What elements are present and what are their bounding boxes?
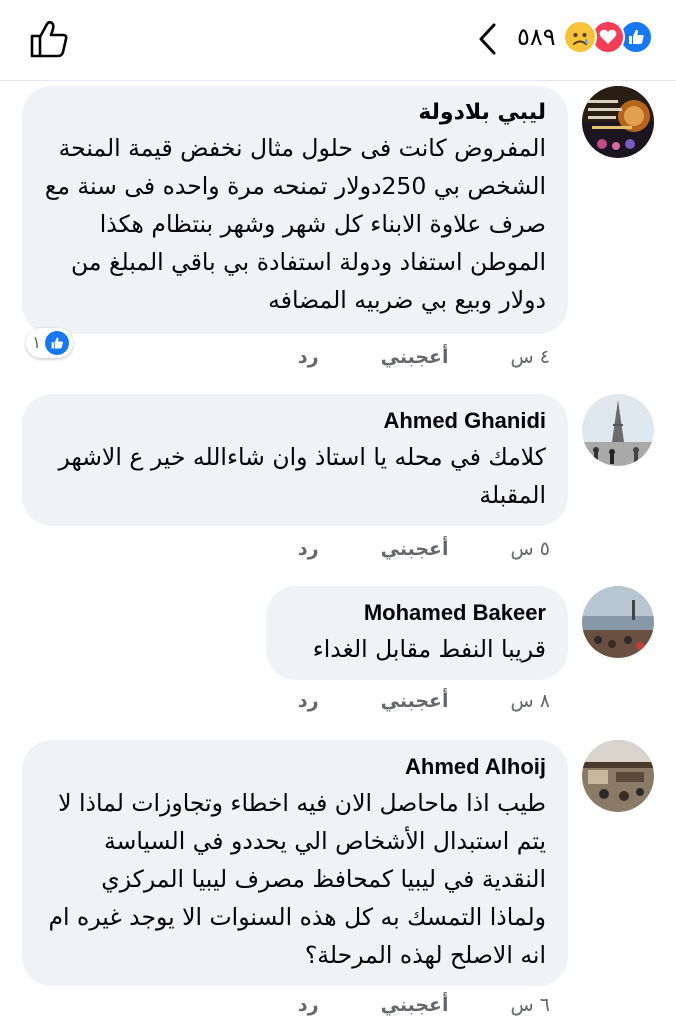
comment-bubble[interactable]: Mohamed Bakeer قريبا النفط مقابل الغداء bbox=[266, 586, 568, 680]
chevron-left-icon[interactable] bbox=[476, 22, 500, 56]
comment-like-count[interactable]: ١ bbox=[26, 328, 74, 358]
comment-text: المفروض كانت فى حلول مثال نخفض قيمة المن… bbox=[44, 134, 546, 314]
comment-actions: ٨ س أعجبني رد bbox=[298, 690, 550, 712]
comment-text: كلامك في محله يا استاذ وان شاءالله خير ع… bbox=[58, 443, 546, 509]
reply-button[interactable]: رد bbox=[298, 538, 319, 560]
reply-button[interactable]: رد bbox=[298, 346, 319, 368]
like-count-label: ١ bbox=[32, 333, 42, 353]
reaction-icons[interactable] bbox=[563, 20, 658, 54]
like-button[interactable]: أعجبني bbox=[381, 538, 449, 560]
like-button[interactable]: أعجبني bbox=[381, 690, 449, 712]
avatar[interactable] bbox=[582, 394, 654, 466]
avatar[interactable] bbox=[582, 586, 654, 658]
like-button[interactable]: أعجبني bbox=[381, 994, 449, 1016]
like-icon[interactable] bbox=[28, 18, 70, 60]
comment-time: ٤ س bbox=[510, 346, 550, 368]
reaction-count[interactable]: ٥٨٩ bbox=[517, 22, 556, 52]
avatar[interactable] bbox=[582, 86, 654, 158]
comment-time: ٨ س bbox=[510, 690, 550, 712]
comment-author[interactable]: ليبي بلادولة bbox=[44, 100, 546, 125]
comment-bubble[interactable]: Ahmed Alhoij طيب اذا ماحاصل الان فيه اخط… bbox=[22, 740, 568, 986]
comment-text: قريبا النفط مقابل الغداء bbox=[312, 635, 546, 663]
reactions-header: ٥٨٩ bbox=[0, 0, 676, 81]
comment-bubble[interactable]: ليبي بلادولة المفروض كانت فى حلول مثال ن… bbox=[22, 86, 568, 334]
avatar[interactable] bbox=[582, 740, 654, 812]
comment-time: ٦ س bbox=[510, 994, 550, 1016]
comment-actions: ٤ س أعجبني رد bbox=[298, 346, 550, 368]
like-icon bbox=[45, 331, 70, 355]
comment-author[interactable]: Mohamed Bakeer bbox=[288, 600, 546, 626]
comment-author[interactable]: Ahmed Ghanidi bbox=[44, 408, 546, 434]
comment-bubble[interactable]: Ahmed Ghanidi كلامك في محله يا استاذ وان… bbox=[22, 394, 568, 526]
reply-button[interactable]: رد bbox=[298, 690, 319, 712]
reply-button[interactable]: رد bbox=[298, 994, 319, 1016]
comment-author[interactable]: Ahmed Alhoij bbox=[44, 754, 546, 780]
sad-icon bbox=[563, 20, 597, 54]
comment-actions: ٥ س أعجبني رد bbox=[298, 538, 550, 560]
comment-actions: ٦ س أعجبني رد bbox=[298, 994, 550, 1016]
comment-time: ٥ س bbox=[510, 538, 550, 560]
like-button[interactable]: أعجبني bbox=[381, 346, 449, 368]
comment-text: طيب اذا ماحاصل الان فيه اخطاء وتجاوزات ل… bbox=[48, 789, 546, 969]
